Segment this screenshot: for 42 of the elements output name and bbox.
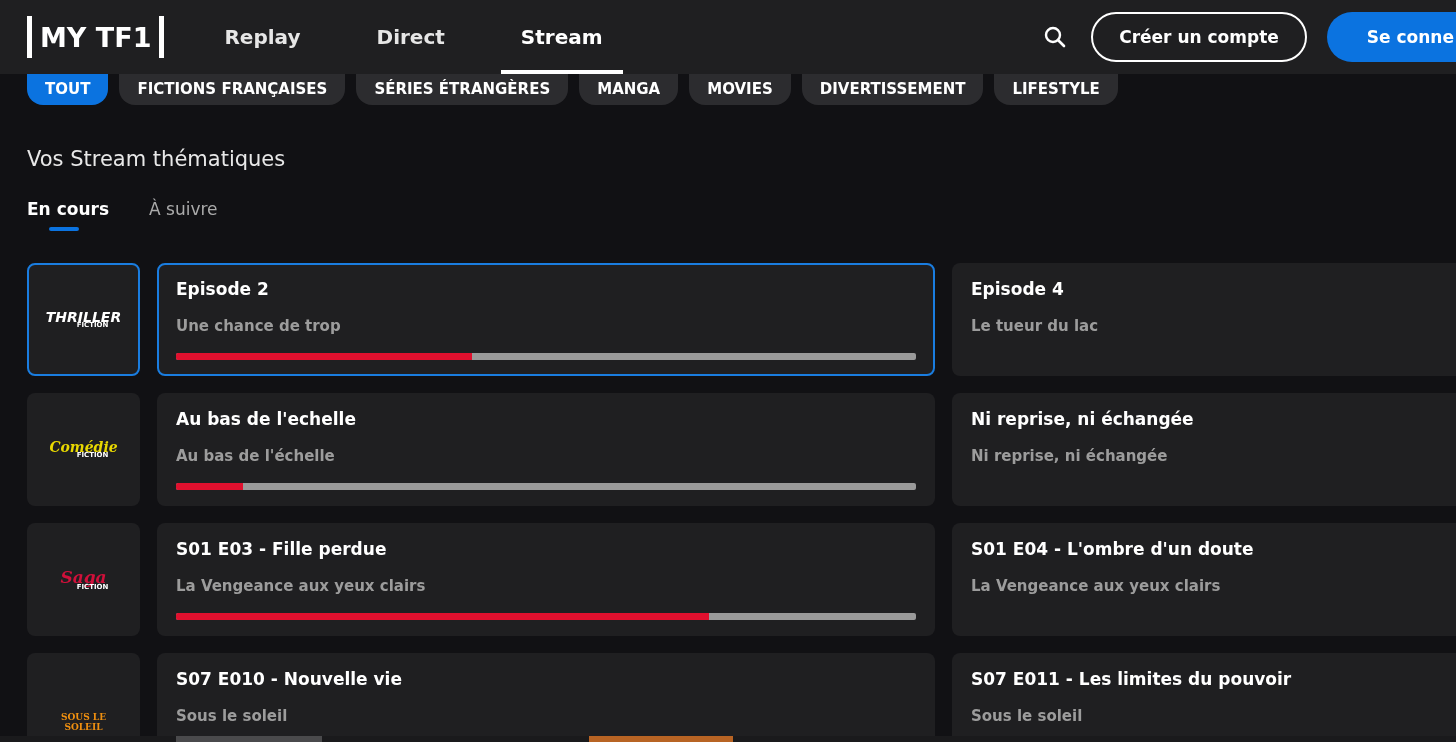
episode-subtitle: Une chance de trop (176, 317, 342, 335)
episode-subtitle: La Vengeance aux yeux clairs (971, 577, 1222, 595)
login-button[interactable]: Se conne (1326, 12, 1456, 62)
logo[interactable]: MY TF1 (27, 16, 165, 58)
category-chip[interactable]: SÉRIES ÉTRANGÈRES (356, 74, 569, 105)
episode-card[interactable]: Au bas de l'echelle Au bas de l'échelle (157, 393, 935, 506)
channel-tile[interactable]: SOUS LE SOLEIL (27, 653, 140, 736)
nav-link[interactable]: Direct (356, 0, 465, 74)
episode-subtitle: La Vengeance aux yeux clairs (176, 577, 427, 595)
episode-card[interactable]: Episode 4 Le tueur du lac (952, 263, 1456, 376)
episode-card[interactable]: S01 E04 - L'ombre d'un doute La Vengeance aux yeux clairs (952, 523, 1456, 636)
episode-subtitle: Le tueur du lac (971, 317, 1100, 335)
category-chip[interactable]: MOVIES (689, 74, 791, 105)
channel-logo: SOUS LE SOLEIL (60, 712, 107, 733)
episode-title: Episode 2 (176, 279, 270, 299)
tab[interactable]: En cours (27, 199, 109, 231)
search-icon[interactable] (1043, 25, 1068, 49)
episode-subtitle: Ni reprise, ni échangée (971, 447, 1169, 465)
section-title: Vos Stream thématiques (26, 146, 287, 171)
episode-title: S07 E010 - Nouvelle vie (176, 669, 403, 689)
episode-subtitle: Sous le soleil (176, 707, 289, 725)
tab[interactable]: À suivre (149, 199, 218, 231)
episode-title: Episode 4 (971, 279, 1065, 299)
episode-title: S01 E04 - L'ombre d'un doute (971, 539, 1255, 559)
episode-card[interactable]: S07 E010 - Nouvelle vie Sous le soleil (157, 653, 935, 736)
episode-subtitle: Au bas de l'échelle (176, 447, 336, 465)
category-chip[interactable]: TOUT (27, 74, 109, 105)
nav-link[interactable]: Replay (204, 0, 321, 74)
category-chip[interactable]: MANGA (579, 74, 679, 105)
episode-subtitle: Sous le soleil (971, 707, 1084, 725)
episode-card[interactable]: Ni reprise, ni échangée Ni reprise, ni échangée (952, 393, 1456, 506)
episode-title: S07 E011 - Les limites du pouvoir (971, 669, 1293, 689)
category-chip[interactable]: FICTIONS FRANÇAISES (119, 74, 346, 105)
signup-button[interactable]: Créer un compte (1091, 12, 1307, 62)
episode-card[interactable]: Episode 2 Une chance de trop (157, 263, 935, 376)
episode-card[interactable]: S01 E03 - Fille perdue La Vengeance aux yeux clairs (157, 523, 935, 636)
category-chip[interactable]: DIVERTISSEMENT (801, 74, 984, 105)
episode-title: S01 E03 - Fille perdue (176, 539, 388, 559)
episode-card[interactable]: S07 E011 - Les limites du pouvoir Sous le soleil (952, 653, 1456, 736)
category-chip[interactable]: LIFESTYLE (994, 74, 1118, 105)
episode-title: Au bas de l'echelle (176, 409, 357, 429)
episode-title: Ni reprise, ni échangée (971, 409, 1195, 429)
